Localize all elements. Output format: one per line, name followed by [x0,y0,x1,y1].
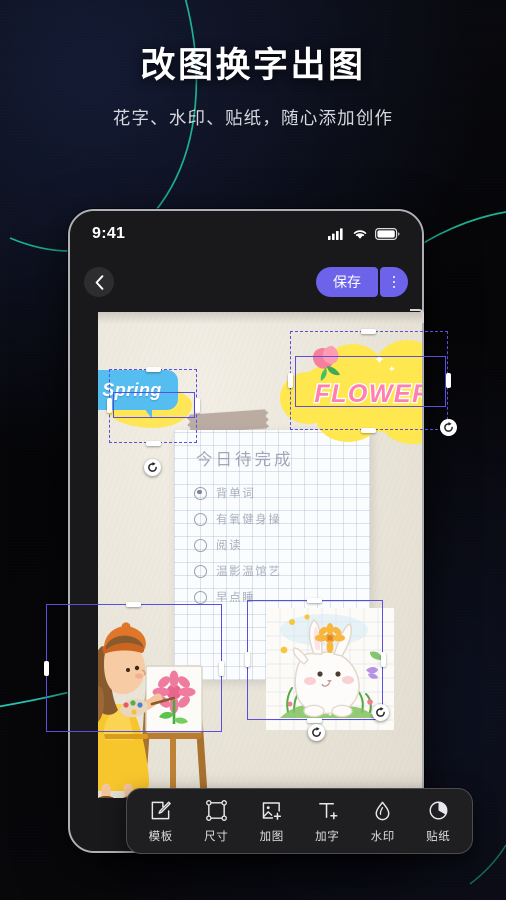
toolbar-label: 加图 [259,831,284,843]
wifi-icon [353,230,367,239]
checkbox-icon [194,486,207,500]
list-item-label: 温影温馆艺 [216,564,282,578]
crop-size-icon [205,798,228,822]
checkbox-icon [194,538,207,552]
checkbox-icon [194,590,207,604]
more-vertical-icon-dot [392,275,396,279]
peach-flower-icon [313,346,340,381]
more-vertical-icon-dot [392,280,396,284]
toolbar-label: 水印 [370,831,395,843]
add-image-icon [260,798,283,822]
list-item-label: 早点睡 [216,590,256,604]
toolbar-item-size[interactable]: 尺寸 [190,798,242,844]
toolbar-item-watermark[interactable]: 水印 [357,798,409,844]
editor-toolbar: 模板 尺寸 加图 加字 水印 贴纸 [126,788,473,854]
save-button[interactable]: 保存 [316,267,378,297]
add-text-icon [316,798,339,822]
list-item: 温影温馆艺 [194,558,362,584]
list-item: 有氧健身操 [194,506,362,532]
status-bar: 9:41 [70,211,422,257]
list-item-label: 背单词 [216,486,256,500]
phone-mockup: 9:41 保存 今日待完成 背单词 有氧健身操 阅读 温影温馆艺 早点睡 Spr… [68,209,424,853]
page-subtitle: 花字、水印、贴纸，随心添加创作 [112,108,394,129]
page-title: 改图换字出图 [140,46,366,85]
chevron-left-icon [95,274,103,290]
watermark-icon [371,798,394,822]
toolbar-item-sticker[interactable]: 贴纸 [412,798,464,844]
flower-sticker-label: FLOWER [313,379,422,410]
toolbar-label: 加字 [315,831,340,843]
checkbox-icon [194,564,207,578]
back-button[interactable] [84,267,114,297]
todo-list: 背单词 有氧健身操 阅读 温影温馆艺 早点睡 [194,480,362,610]
spring-sticker-label: Spring [102,379,162,400]
editor-nav-bar: 保存 [70,257,422,307]
spring-text-sticker[interactable]: Spring [98,370,204,432]
promo-screenshot: 改图换字出图 花字、水印、贴纸，随心添加创作 9:41 保存 今日待完成 背单词… [0,0,506,900]
more-options-button[interactable] [380,267,408,297]
toolbar-label: 贴纸 [426,831,451,843]
list-item-label: 有氧健身操 [216,512,282,526]
sparkle-icon: ✦ [374,352,385,367]
status-time: 9:41 [92,225,126,242]
girl-painting-sticker[interactable] [98,612,216,798]
template-edit-icon [149,798,172,822]
sparkle-icon: ✦ [388,364,396,374]
toolbar-item-add-text[interactable]: 加字 [301,798,353,844]
toolbar-label: 模板 [148,831,173,843]
list-item: 早点睡 [194,584,362,610]
list-item: 阅读 [194,532,362,558]
promo-text-block: 改图换字出图 花字、水印、贴纸，随心添加创作 [0,46,506,130]
checkbox-icon [194,512,207,526]
sticker-icon [427,798,450,822]
flower-text-sticker[interactable]: ✦ ✦ FLOWER [280,340,422,444]
battery-icon [375,228,400,240]
list-item-label: 阅读 [216,538,243,552]
list-item: 背单词 [194,480,362,506]
signal-icon [328,228,343,240]
edit-canvas[interactable]: 今日待完成 背单词 有氧健身操 阅读 温影温馆艺 早点睡 Spring ✦ ✦ … [98,312,422,798]
canvas-top-shadow [98,312,422,324]
more-vertical-icon-dot [392,285,396,289]
toolbar-item-add-image[interactable]: 加图 [246,798,298,844]
toolbar-label: 尺寸 [204,831,229,843]
note-title: 今日待完成 [196,450,294,469]
rabbit-sticker[interactable] [266,608,394,730]
toolbar-item-template[interactable]: 模板 [135,798,187,844]
